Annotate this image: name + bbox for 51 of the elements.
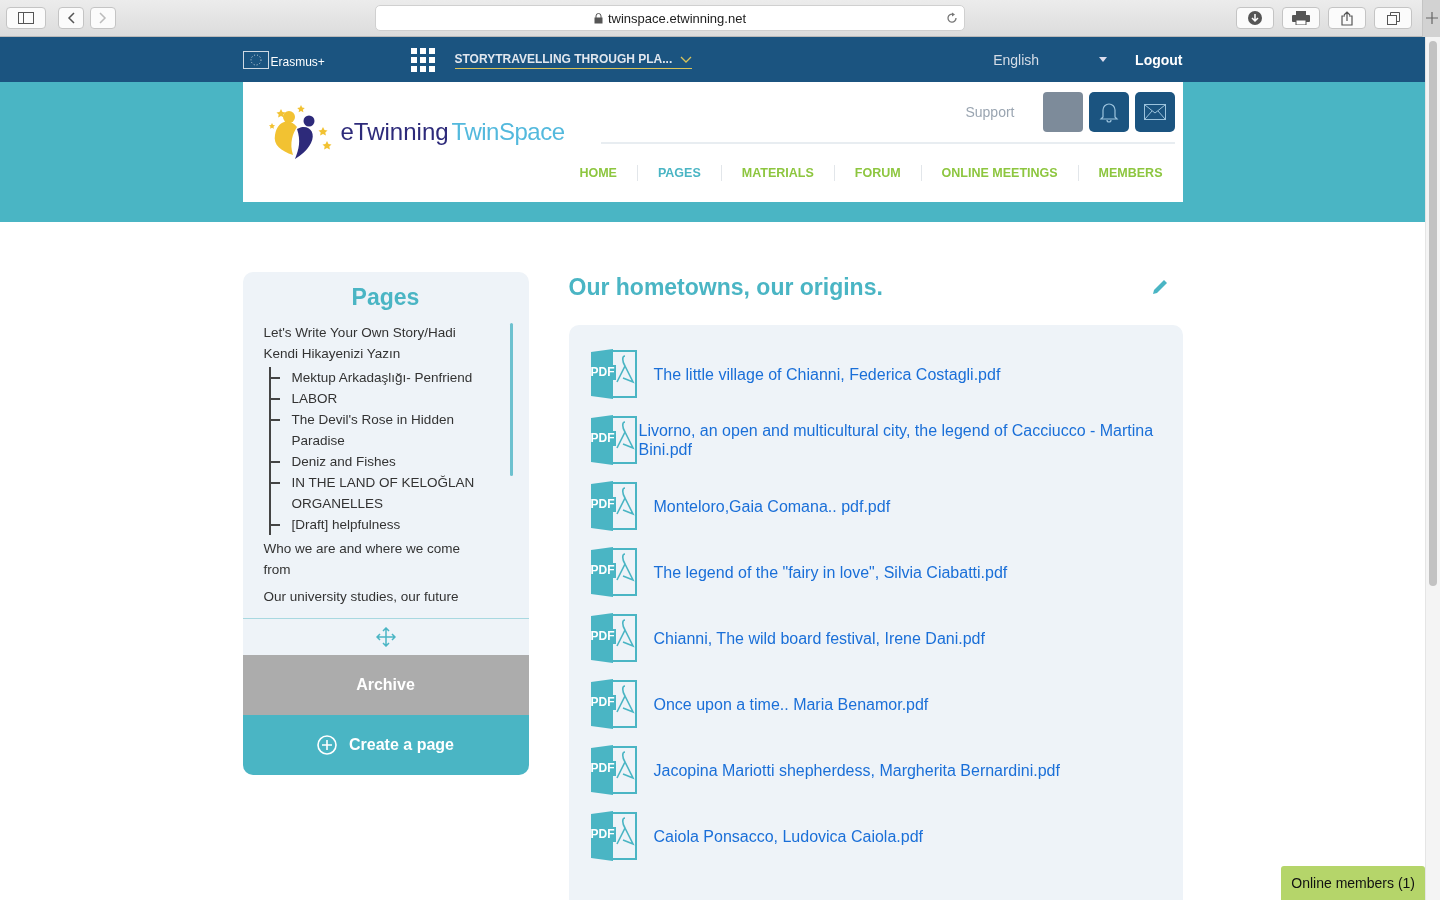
- file-link[interactable]: The legend of the "fairy in love", Silvia Ciabatti.pdf: [653, 562, 1008, 582]
- file-link[interactable]: The little village of Chianni, Federica Costagli.pdf: [653, 364, 1001, 384]
- reload-icon[interactable]: [946, 12, 958, 24]
- file-link[interactable]: Monteloro,Gaia Comana.. pdf.pdf: [653, 496, 891, 516]
- sidebar-icon[interactable]: [6, 7, 46, 29]
- subpage-link[interactable]: Deniz and Fishes: [291, 451, 489, 472]
- back-icon[interactable]: [58, 7, 84, 29]
- create-page-button[interactable]: Create a page: [242, 715, 529, 775]
- page-link[interactable]: Who we are and where we come from: [263, 535, 489, 583]
- subpage-link[interactable]: Mektup Arkadaşlığı- Penfriend: [291, 367, 489, 388]
- erasmus-brand[interactable]: Erasmus+: [270, 54, 325, 69]
- page-link[interactable]: Let's Write Your Own Story/Hadi Kendi Hikayenizi Yazın: [263, 319, 489, 367]
- url-text: twinspace.etwinning.net: [608, 10, 746, 26]
- archive-button[interactable]: Archive: [242, 655, 529, 715]
- apps-grid-icon[interactable]: [410, 47, 435, 72]
- file-link[interactable]: Chianni, The wild board festival, Irene Dani.pdf: [653, 628, 985, 648]
- panel-title: Pages: [350, 284, 421, 311]
- logout-link[interactable]: Logout: [1135, 51, 1183, 68]
- file-link[interactable]: Caiola Ponsacco, Ludovica Caiola.pdf: [653, 826, 923, 846]
- eu-flag-icon: [242, 50, 269, 69]
- avatar-photo-placeholder[interactable]: [1042, 92, 1083, 132]
- envelope-icon: [1143, 104, 1166, 120]
- subpage-link[interactable]: [Draft] helpfulness: [291, 514, 489, 535]
- tabs-icon[interactable]: [1374, 7, 1412, 29]
- caret-icon: [1099, 57, 1108, 62]
- address-bar[interactable]: twinspace.etwinning.net: [375, 5, 965, 31]
- page-link[interactable]: Our university studies, our future: [263, 583, 489, 610]
- download-icon[interactable]: [1236, 7, 1274, 29]
- chevron-icon: [680, 55, 693, 63]
- messages-button[interactable]: [1134, 92, 1175, 132]
- nav-tab[interactable]: PAGES: [655, 166, 703, 180]
- support-link[interactable]: Support: [965, 104, 1015, 120]
- twinspace-logo-text: TwinSpace: [451, 118, 565, 146]
- page-title: Our hometowns, our origins.: [568, 273, 883, 301]
- online-members-button[interactable]: Online members (1): [1281, 866, 1425, 900]
- project-selector[interactable]: STORYTRAVELLING THROUGH PLA...: [454, 50, 693, 69]
- notifications-button[interactable]: [1088, 92, 1129, 132]
- language-select[interactable]: English: [987, 50, 1114, 69]
- file-link[interactable]: Once upon a time.. Maria Benamor.pdf: [653, 694, 929, 714]
- file-link[interactable]: Jacopina Mariotti shepherdess, Margherita Bernardini.pdf: [653, 760, 1060, 780]
- share-icon[interactable]: [1328, 7, 1366, 29]
- lock-icon: [594, 12, 603, 24]
- bell-icon: [1098, 101, 1119, 123]
- print-icon[interactable]: [1282, 7, 1320, 29]
- edit-pencil-icon[interactable]: [1150, 278, 1169, 296]
- plus-circle-icon: [317, 735, 338, 755]
- etwinning-logo-text: eTwinning: [340, 118, 449, 146]
- subpage-link[interactable]: IN THE LAND OF KELOĞLAN ORGANELLES: [291, 472, 489, 514]
- subpage-link[interactable]: The Devil's Rose in Hidden Paradise: [291, 409, 489, 451]
- subpage-link[interactable]: LABOR: [291, 388, 489, 409]
- file-link[interactable]: Livorno, an open and multicultural city, the legend of Cacciucco - Martina Bini.pdf: [638, 421, 1163, 459]
